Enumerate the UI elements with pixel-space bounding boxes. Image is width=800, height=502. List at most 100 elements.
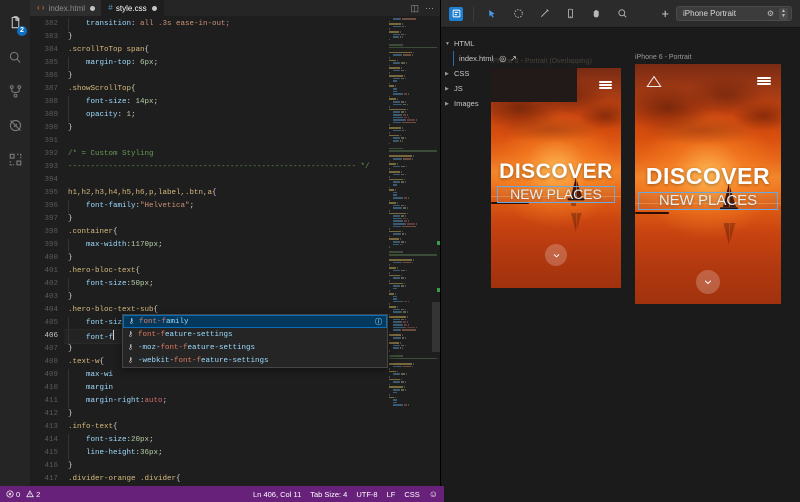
code-line[interactable]: max-wi [64, 369, 386, 382]
triangle-logo-icon[interactable] [645, 74, 663, 89]
tree-item-html[interactable]: ▼ HTML [445, 36, 491, 51]
autocomplete-suggestions[interactable]: ⚷font-familyⓘ⚷font-feature-settings⚷-moz… [122, 314, 388, 368]
suggestion-item[interactable]: ⚷-moz-font-feature-settings [123, 341, 387, 354]
pan-tool[interactable] [588, 6, 604, 22]
code-token [68, 334, 86, 342]
zoom-tool[interactable] [614, 6, 630, 22]
code-line[interactable]: .hero-bloc-text{ [64, 265, 386, 278]
activity-item-extensions[interactable] [0, 142, 30, 176]
code-line[interactable]: max-width:1170px; [64, 239, 386, 252]
minimap-token [389, 384, 390, 386]
add-device-button[interactable]: + [661, 7, 669, 20]
code-line[interactable]: margin-top: 6px; [64, 57, 386, 70]
device-screen[interactable]: DISCOVER NEW PLACES [491, 68, 621, 288]
status-cursor-position[interactable]: Ln 406, Col 11 [253, 490, 301, 499]
hero-title[interactable]: DISCOVER [635, 164, 781, 189]
code-line[interactable]: .info-text{ [64, 421, 386, 434]
code-line[interactable]: margin-right:auto; [64, 395, 386, 408]
code-line[interactable]: /* = Custom Styling [64, 148, 386, 161]
more-actions-icon[interactable]: ⋯ [425, 3, 434, 14]
scroll-down-button[interactable] [545, 244, 567, 266]
code-line[interactable]: } [64, 252, 386, 265]
unsaved-indicator[interactable] [152, 6, 157, 11]
device-preview-2[interactable]: iPhone 6 - Portrait [635, 54, 781, 304]
code-line[interactable]: ----------------------------------------… [64, 161, 386, 174]
code-line[interactable] [64, 174, 386, 187]
code-line[interactable]: opacity: 1; [64, 109, 386, 122]
minimap-token [393, 309, 399, 311]
code-line[interactable]: font-size:50px; [64, 278, 386, 291]
device-screen[interactable]: DISCOVER NEW PLACES [635, 64, 781, 304]
minimap-token [403, 207, 406, 209]
code-line[interactable]: .showScrollTop{ [64, 83, 386, 96]
minimap-token [389, 62, 392, 64]
tab-index-html[interactable]: ‹› index.html [30, 0, 102, 16]
suggestion-item[interactable]: ⚷font-feature-settings [123, 328, 387, 341]
tree-item-images[interactable]: ▶ Images [445, 96, 491, 111]
activity-item-explorer[interactable]: 2 [0, 6, 30, 40]
tree-item-css[interactable]: ▶ CSS [445, 66, 491, 81]
minimap-slider[interactable] [432, 302, 440, 352]
scroll-down-button[interactable] [696, 270, 720, 294]
code-line[interactable]: } [64, 70, 386, 83]
code-line[interactable]: transition: all .3s ease-in-out; [64, 18, 386, 31]
suggestion-details-icon[interactable]: ⓘ [375, 317, 382, 327]
activity-item-search[interactable] [0, 40, 30, 74]
inspect-tool[interactable] [510, 6, 526, 22]
hamburger-menu-icon[interactable] [599, 81, 612, 89]
device-tool[interactable] [562, 6, 578, 22]
minimap-token [403, 54, 411, 56]
minimap-token [389, 117, 392, 119]
minimap-token [404, 220, 407, 222]
minimap[interactable] [386, 16, 440, 502]
code-line[interactable]: } [64, 408, 386, 421]
code-line[interactable]: line-height:36px; [64, 447, 386, 460]
code-line[interactable]: } [64, 213, 386, 226]
status-problems[interactable]: 0 2 [6, 490, 40, 499]
device-select[interactable]: iPhone Portrait ⚙ ▲▼ [676, 6, 792, 21]
device-preview-1[interactable]: iPhone 6 - Portrait (Overlapping) [491, 58, 621, 288]
gear-icon[interactable]: ⚙ [767, 9, 774, 18]
status-eol[interactable]: LF [387, 490, 396, 499]
refresh-preview-icon[interactable]: ◎ [499, 54, 506, 63]
code-line[interactable]: font-family:"Helvetica"; [64, 200, 386, 213]
code-line[interactable]: } [64, 291, 386, 304]
minimap-token [393, 215, 399, 217]
tree-item-index-html[interactable]: index.html ◎ ↗ [453, 51, 491, 66]
code-line[interactable]: .scrollToTop span{ [64, 44, 386, 57]
code-line[interactable]: } [64, 31, 386, 44]
unsaved-indicator[interactable] [90, 6, 95, 11]
hero-title[interactable]: DISCOVER [491, 160, 621, 183]
split-editor-icon[interactable]: ◫ [410, 3, 419, 14]
code-line[interactable]: .divider-orange .divider{ [64, 473, 386, 486]
code-line[interactable]: font-size:20px; [64, 434, 386, 447]
tree-item-js[interactable]: ▶ JS [445, 81, 491, 96]
minimap-token [402, 244, 403, 246]
code-line[interactable]: font-size: 14px; [64, 96, 386, 109]
smiley-icon[interactable]: ☺ [429, 489, 438, 499]
stepper-icon[interactable]: ▲▼ [779, 8, 788, 20]
code-line[interactable] [64, 135, 386, 148]
code-line[interactable]: margin [64, 382, 386, 395]
minimap-token [389, 111, 392, 113]
suggestion-item[interactable]: ⚷font-familyⓘ [123, 315, 387, 328]
status-language-mode[interactable]: CSS [404, 490, 419, 499]
select-tool[interactable] [484, 6, 500, 22]
status-encoding[interactable]: UTF-8 [356, 490, 377, 499]
activity-item-run-debug[interactable] [0, 108, 30, 142]
code-token: } [68, 33, 73, 41]
code-line[interactable]: h1,h2,h3,h4,h5,h6,p,label,.btn,a{ [64, 187, 386, 200]
suggestion-item[interactable]: ⚷-webkit-font-feature-settings [123, 354, 387, 367]
code-line[interactable]: } [64, 460, 386, 473]
minimap-token [389, 228, 390, 230]
status-tab-size[interactable]: Tab Size: 4 [310, 490, 347, 499]
tab-style-css[interactable]: # style.css [102, 0, 163, 16]
code-line[interactable]: } [64, 122, 386, 135]
code-line[interactable]: .container{ [64, 226, 386, 239]
activity-item-source-control[interactable] [0, 74, 30, 108]
minimap-token [401, 70, 404, 72]
measure-tool[interactable] [536, 6, 552, 22]
open-external-icon[interactable]: ↗ [510, 54, 517, 63]
hamburger-menu-icon[interactable] [757, 77, 771, 85]
code-content[interactable]: transition: all .3s ease-in-out;} .scroll… [64, 16, 386, 502]
